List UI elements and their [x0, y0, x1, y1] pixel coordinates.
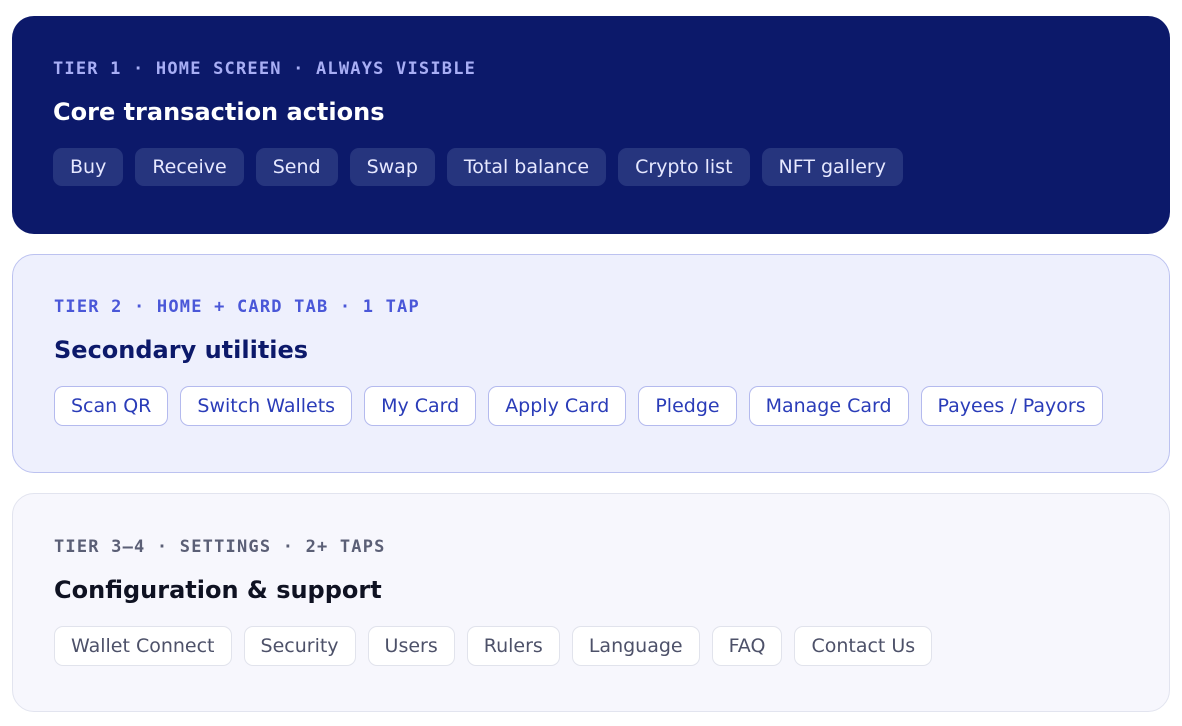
tier-2-eyebrow: TIER 2 · HOME + CARD TAB · 1 TAP [54, 297, 420, 317]
chip-contact-us[interactable]: Contact Us [794, 626, 933, 666]
tier-2-chip-list: Scan QR Switch Wallets My Card Apply Car… [54, 386, 1129, 426]
chip-swap[interactable]: Swap [349, 148, 435, 186]
chip-send[interactable]: Send [255, 148, 338, 186]
tier-3-chip-list: Wallet Connect Security Users Rulers Lan… [54, 626, 1129, 666]
chip-faq[interactable]: FAQ [711, 626, 783, 666]
chip-security[interactable]: Security [243, 626, 356, 666]
chip-scan-qr[interactable]: Scan QR [54, 386, 169, 426]
chip-wallet-connect[interactable]: Wallet Connect [54, 626, 232, 666]
chip-apply-card[interactable]: Apply Card [488, 386, 627, 426]
chip-users[interactable]: Users [367, 626, 455, 666]
chip-receive[interactable]: Receive [135, 148, 244, 186]
chip-pledge[interactable]: Pledge [638, 386, 737, 426]
tier-1-heading: Core transaction actions [53, 98, 385, 126]
chip-language[interactable]: Language [571, 626, 700, 666]
tier-3-eyebrow: TIER 3–4 · SETTINGS · 2+ TAPS [54, 537, 386, 557]
tier-3-heading: Configuration & support [54, 576, 382, 604]
chip-buy[interactable]: Buy [53, 148, 124, 186]
chip-crypto-list[interactable]: Crypto list [618, 148, 750, 186]
tier-2-heading: Secondary utilities [54, 336, 309, 364]
chip-total-balance[interactable]: Total balance [446, 148, 607, 186]
chip-switch-wallets[interactable]: Switch Wallets [180, 386, 353, 426]
tier-1-eyebrow: TIER 1 · HOME SCREEN · ALWAYS VISIBLE [53, 59, 477, 79]
tier-1-chip-list: Buy Receive Send Swap Total balance Cryp… [53, 148, 1130, 186]
chip-payees-payors[interactable]: Payees / Payors [920, 386, 1103, 426]
chip-nft-gallery[interactable]: NFT gallery [761, 148, 903, 186]
chip-my-card[interactable]: My Card [364, 386, 477, 426]
tier-2-panel: TIER 2 · HOME + CARD TAB · 1 TAP Seconda… [12, 254, 1170, 473]
tier-3-panel: TIER 3–4 · SETTINGS · 2+ TAPS Configurat… [12, 493, 1170, 712]
tier-1-panel: TIER 1 · HOME SCREEN · ALWAYS VISIBLE Co… [12, 16, 1170, 234]
chip-manage-card[interactable]: Manage Card [748, 386, 909, 426]
tier-diagram: TIER 1 · HOME SCREEN · ALWAYS VISIBLE Co… [0, 0, 1182, 726]
chip-rulers[interactable]: Rulers [466, 626, 560, 666]
